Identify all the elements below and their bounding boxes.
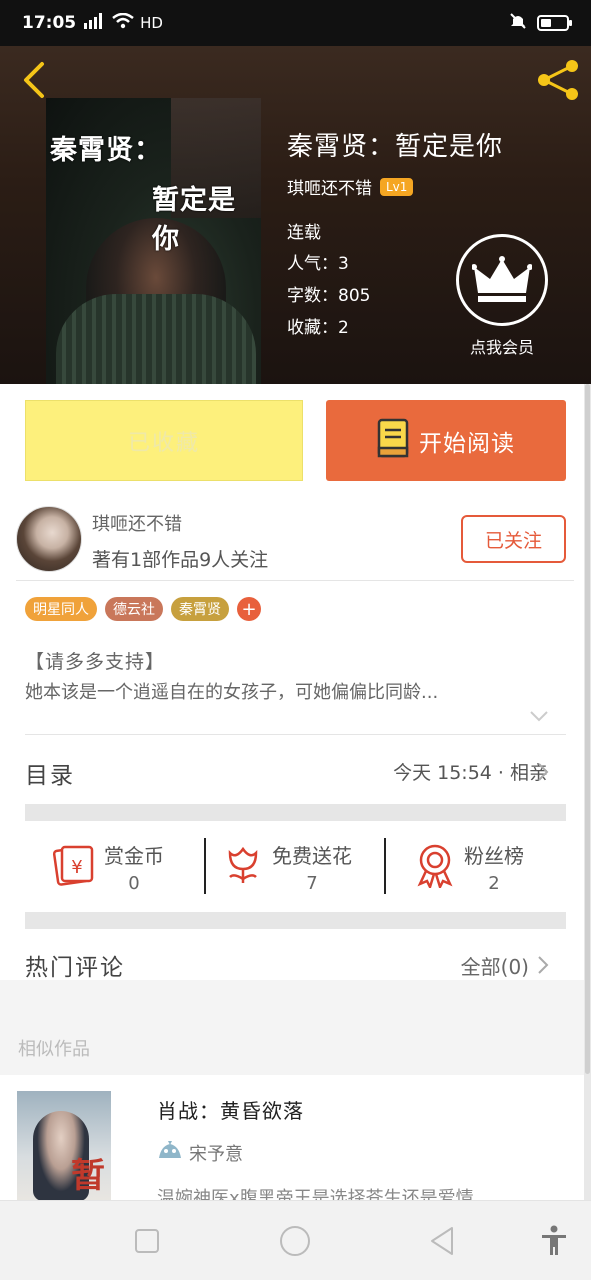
similar-work-desc: 温婉神医x腹黑帝王是选择苍生还是爱情 bbox=[157, 1188, 474, 1201]
triangle-back-icon bbox=[431, 1227, 453, 1255]
book-author[interactable]: 琪咂还不错 bbox=[287, 174, 372, 199]
vip-label: 点我会员 bbox=[469, 338, 534, 357]
red-envelope-icon: ¥ bbox=[52, 843, 96, 891]
mute-icon bbox=[509, 12, 527, 35]
status-bar: 17:05 HD bbox=[0, 0, 591, 46]
status-time: 17:05 bbox=[22, 13, 77, 33]
author-stats: 著有1部作品9人关注 bbox=[92, 549, 269, 571]
accessibility-icon bbox=[542, 1225, 566, 1255]
book-popularity: 人气：3 bbox=[287, 254, 349, 274]
intro-text: 她本该是一个逍遥自在的女孩子，可她偏偏比同龄... bbox=[25, 682, 439, 703]
divider bbox=[25, 734, 566, 735]
hd-label: HD bbox=[140, 14, 163, 32]
similar-work-author-name: 宋予意 bbox=[189, 1143, 243, 1165]
home-button[interactable] bbox=[275, 1223, 315, 1259]
cover-calligraphy: 暂 bbox=[71, 1156, 105, 1196]
battery-icon bbox=[537, 15, 572, 31]
award-ribbon-icon bbox=[414, 842, 456, 892]
tag-item[interactable]: 秦霄贤 bbox=[171, 597, 229, 621]
stat-value: 7 bbox=[306, 873, 318, 894]
intro-heading: 【请多多支持】 bbox=[25, 651, 166, 673]
share-button[interactable] bbox=[534, 58, 582, 102]
book-favorites: 收藏：2 bbox=[287, 318, 349, 338]
section-divider bbox=[25, 804, 566, 821]
system-nav-bar bbox=[0, 1200, 591, 1280]
book-icon bbox=[377, 418, 409, 464]
vip-button[interactable]: 点我会员 bbox=[452, 234, 552, 364]
book-word-count: 字数：805 bbox=[287, 286, 371, 306]
cover-title-line1: 秦霄贤： bbox=[50, 135, 162, 166]
recent-apps-button[interactable] bbox=[127, 1223, 167, 1259]
start-reading-button[interactable]: 开始阅读 bbox=[326, 400, 566, 481]
scrollbar-thumb[interactable] bbox=[585, 384, 590, 1074]
stat-label: 免费送花 bbox=[272, 844, 352, 868]
similar-work-cover[interactable]: 暂 bbox=[17, 1091, 111, 1201]
accessibility-button[interactable] bbox=[534, 1223, 574, 1259]
follow-button[interactable]: 已关注 bbox=[461, 515, 566, 563]
book-title: 秦霄贤：暂定是你 bbox=[287, 132, 504, 162]
separator bbox=[384, 838, 386, 894]
tag-item[interactable]: 德云社 bbox=[105, 597, 163, 621]
similar-works-heading: 相似作品 bbox=[18, 1039, 90, 1060]
circle-icon bbox=[280, 1226, 310, 1256]
book-author-line: 琪咂还不错 Lv1 bbox=[287, 174, 414, 199]
back-button[interactable] bbox=[16, 60, 52, 100]
stat-label: 粉丝榜 bbox=[464, 844, 524, 868]
back-nav-button[interactable] bbox=[422, 1223, 462, 1259]
author-name[interactable]: 琪咂还不错 bbox=[92, 510, 182, 536]
book-status: 连载 bbox=[287, 223, 321, 243]
network-indicator: HD bbox=[84, 12, 163, 33]
add-tag-button[interactable]: + bbox=[237, 597, 261, 621]
level-badge: Lv1 bbox=[380, 177, 414, 196]
share-icon bbox=[538, 60, 578, 100]
stat-value: 0 bbox=[128, 873, 140, 894]
hot-comments-label: 热门评论 bbox=[25, 955, 125, 981]
tag-list: 明星同人 德云社 秦霄贤 + bbox=[25, 597, 261, 621]
similar-work-author[interactable]: 宋予意 bbox=[157, 1138, 243, 1167]
svg-text:¥: ¥ bbox=[71, 857, 82, 878]
toc-latest-chapter[interactable]: 今天 15:54 · 相亲 bbox=[393, 758, 548, 785]
cover-title-line2: 暂定是你 bbox=[152, 185, 236, 255]
back-arrow-icon bbox=[24, 62, 44, 98]
flower-icon bbox=[222, 843, 264, 891]
author-avatar-icon bbox=[157, 1138, 183, 1167]
author-avatar[interactable] bbox=[16, 506, 82, 572]
signal-icon bbox=[84, 13, 106, 33]
book-cover[interactable]: 秦霄贤： 暂定是你 bbox=[46, 98, 261, 384]
book-header: 秦霄贤： 暂定是你 秦霄贤：暂定是你 琪咂还不错 Lv1 连载 人气：3 字数：… bbox=[0, 46, 591, 384]
collected-button[interactable]: 已收藏 bbox=[25, 400, 303, 481]
wifi-icon bbox=[112, 12, 134, 33]
chevron-right-icon[interactable] bbox=[536, 762, 550, 782]
cover-shirt bbox=[56, 294, 256, 384]
square-icon bbox=[135, 1229, 159, 1253]
send-flower-button[interactable]: 免费送花 7 bbox=[222, 838, 352, 896]
divider bbox=[16, 580, 574, 581]
separator bbox=[204, 838, 206, 894]
all-comments-link[interactable]: 全部(0) bbox=[461, 951, 529, 980]
fan-ranking-button[interactable]: 粉丝榜 2 bbox=[414, 838, 524, 896]
crown-icon bbox=[456, 234, 548, 326]
stat-label: 赏金币 bbox=[104, 844, 164, 868]
expand-intro-button[interactable] bbox=[528, 708, 550, 724]
start-reading-label: 开始阅读 bbox=[419, 430, 515, 457]
toc-label[interactable]: 目录 bbox=[25, 756, 75, 790]
reward-coins-button[interactable]: ¥ 赏金币 0 bbox=[52, 838, 164, 896]
tag-item[interactable]: 明星同人 bbox=[25, 597, 97, 621]
stat-value: 2 bbox=[488, 873, 500, 894]
chevron-down-icon bbox=[530, 711, 548, 722]
section-divider bbox=[25, 912, 566, 929]
chevron-right-icon[interactable] bbox=[536, 955, 550, 975]
similar-work-title[interactable]: 肖战：黄昏欲落 bbox=[157, 1095, 304, 1124]
